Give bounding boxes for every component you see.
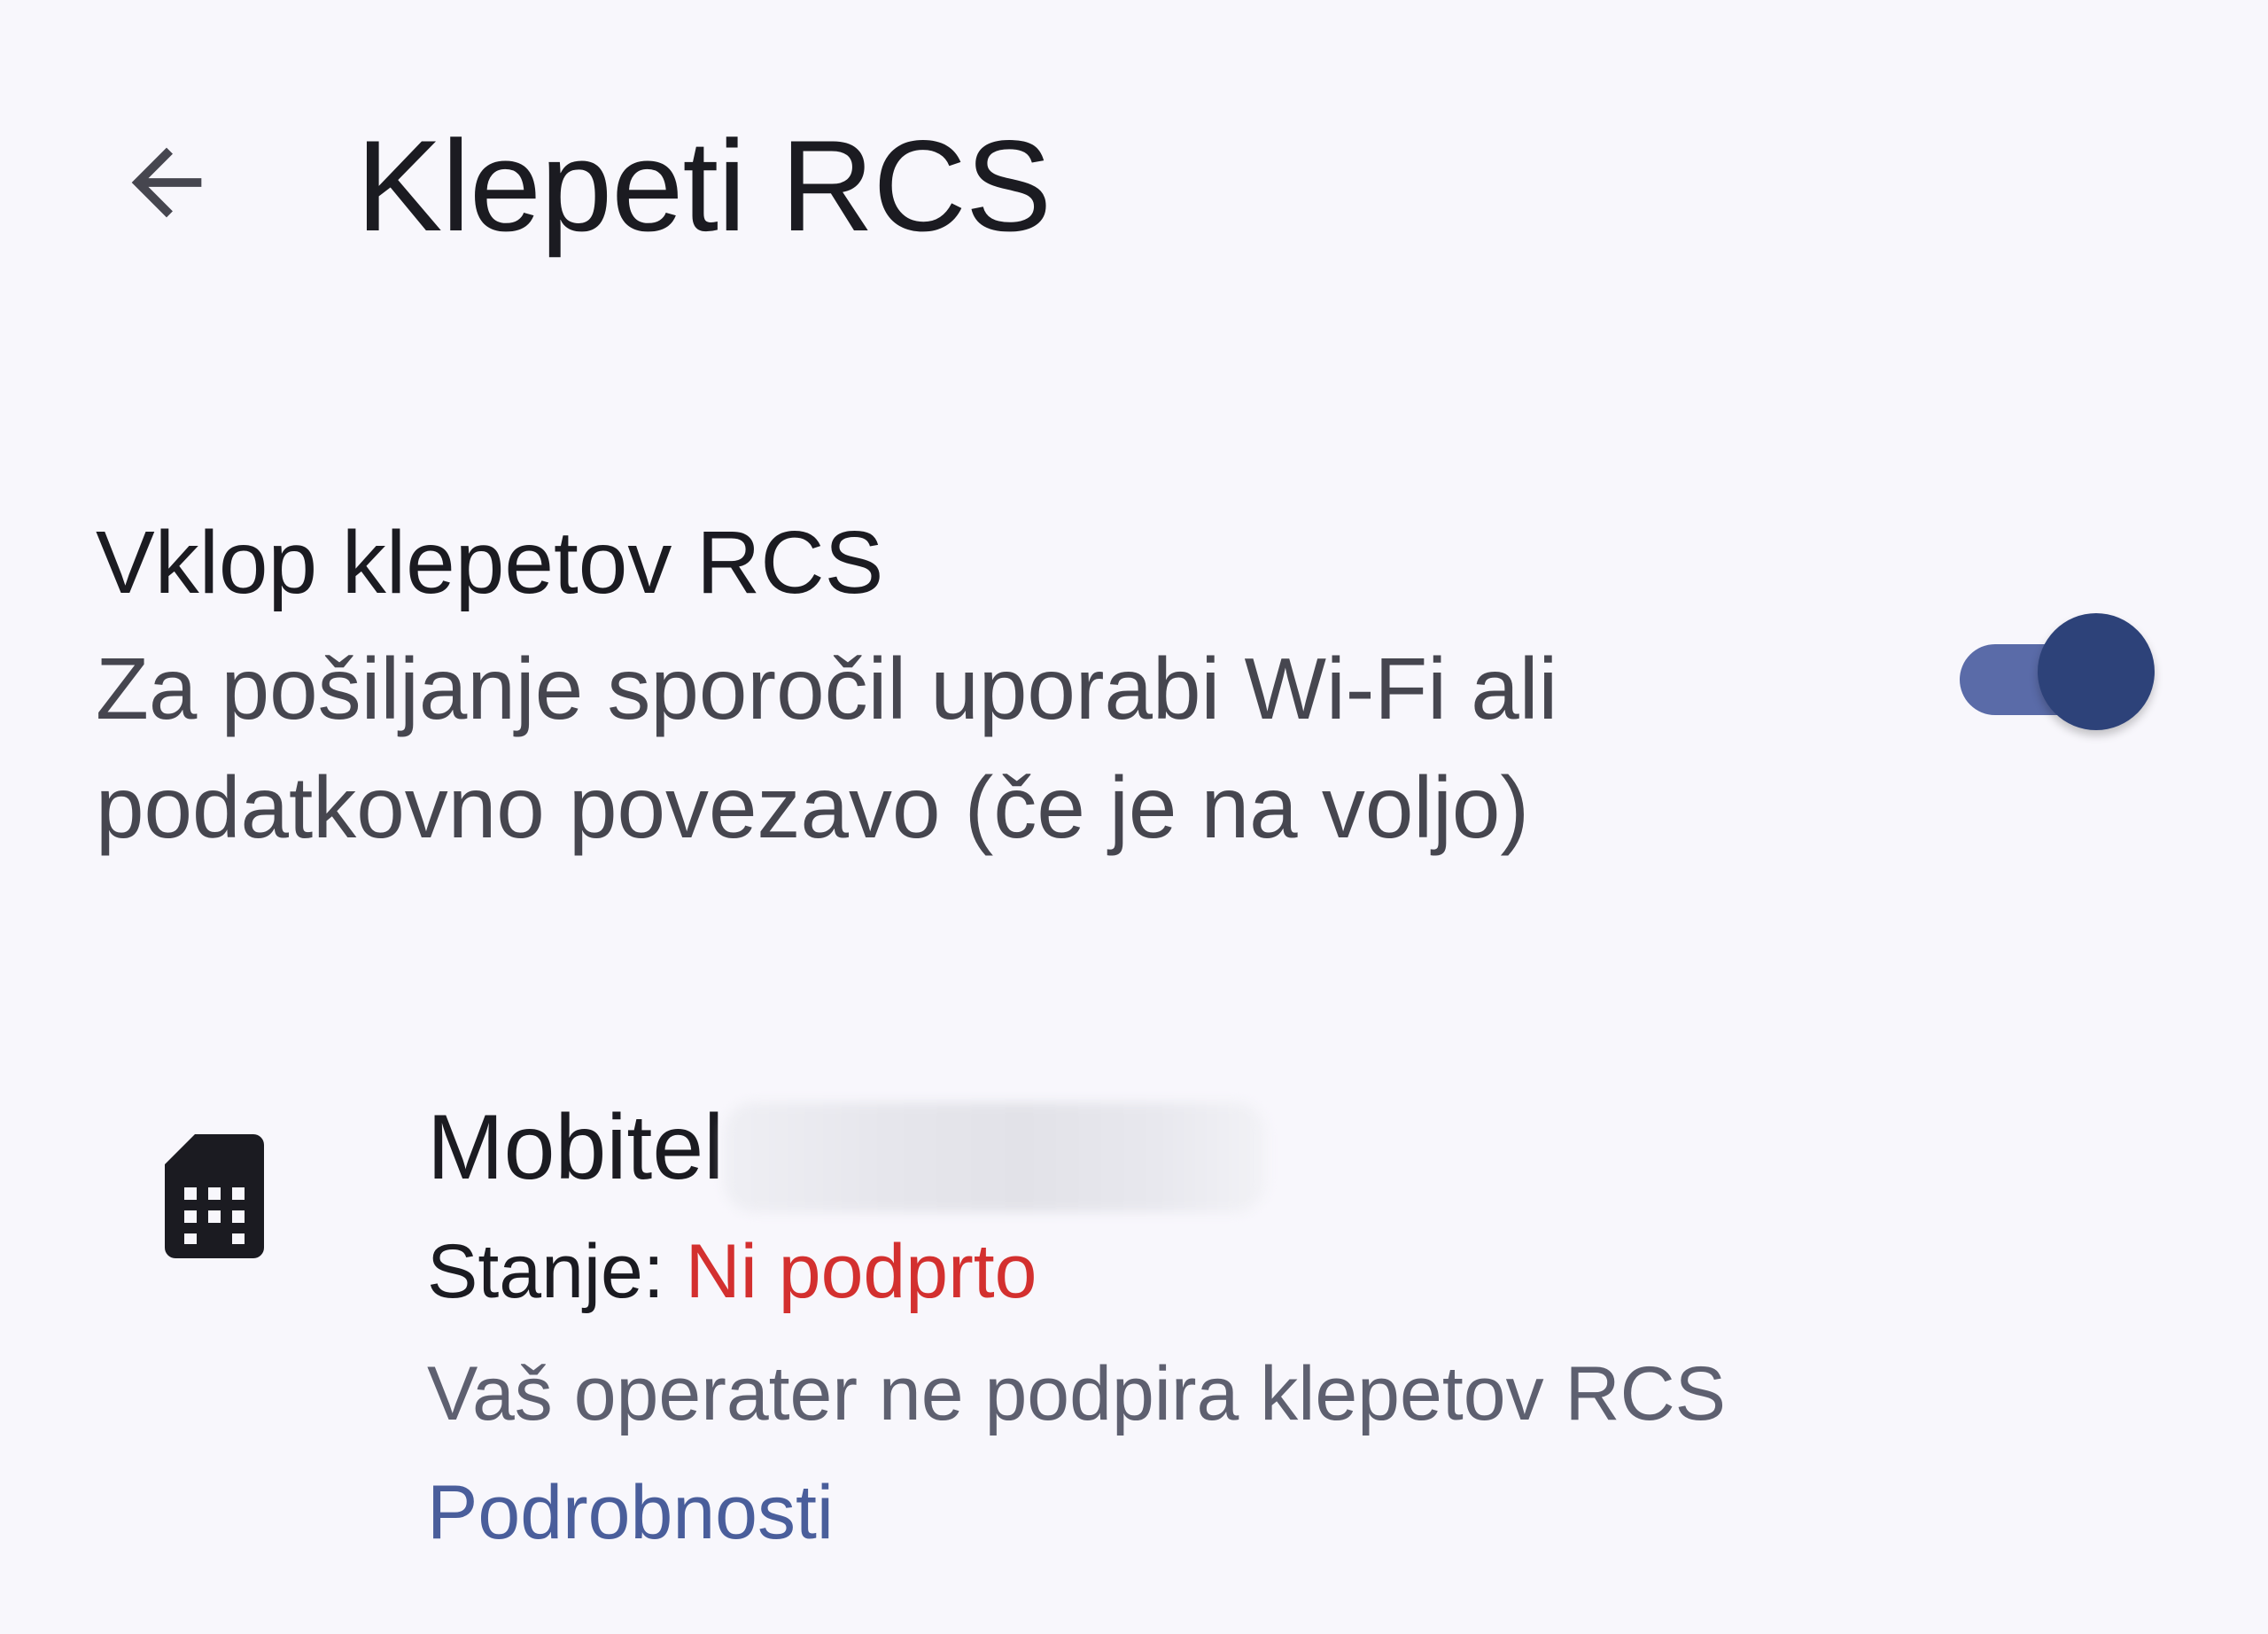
carrier-line: Mobitel bbox=[427, 1081, 1267, 1214]
status-value: Ni podprto bbox=[685, 1229, 1037, 1314]
sim-status-row: Mobitel Stanje: Ni podprto Vaš operater … bbox=[0, 1046, 2268, 1577]
carrier-name: Mobitel bbox=[427, 1096, 725, 1199]
rcs-toggle-title: Vklop klepetov RCS bbox=[96, 513, 884, 612]
back-button[interactable] bbox=[89, 105, 245, 261]
redacted-phone-number bbox=[724, 1102, 1267, 1212]
status-message: Vaš operater ne podpira klepetov RCS bbox=[427, 1351, 1727, 1436]
status-label: Stanje: bbox=[427, 1229, 664, 1314]
sim-status: Stanje: Ni podprto bbox=[427, 1214, 1037, 1329]
app-bar: Klepeti RCS bbox=[0, 0, 2268, 381]
sim-card-icon bbox=[165, 1134, 264, 1258]
switch-thumb bbox=[2038, 613, 2155, 730]
rcs-toggle-switch[interactable] bbox=[1960, 613, 2155, 735]
details-link[interactable]: Podrobnosti bbox=[427, 1455, 834, 1570]
rcs-chats-toggle-row[interactable]: Vklop klepetov RCS Za pošiljanje sporoči… bbox=[0, 461, 2268, 877]
arrow-back-icon bbox=[131, 147, 202, 218]
page-title: Klepeti RCS bbox=[356, 113, 1052, 258]
rcs-toggle-summary: Za pošiljanje sporočil uporabi Wi-Fi ali… bbox=[96, 640, 1558, 856]
